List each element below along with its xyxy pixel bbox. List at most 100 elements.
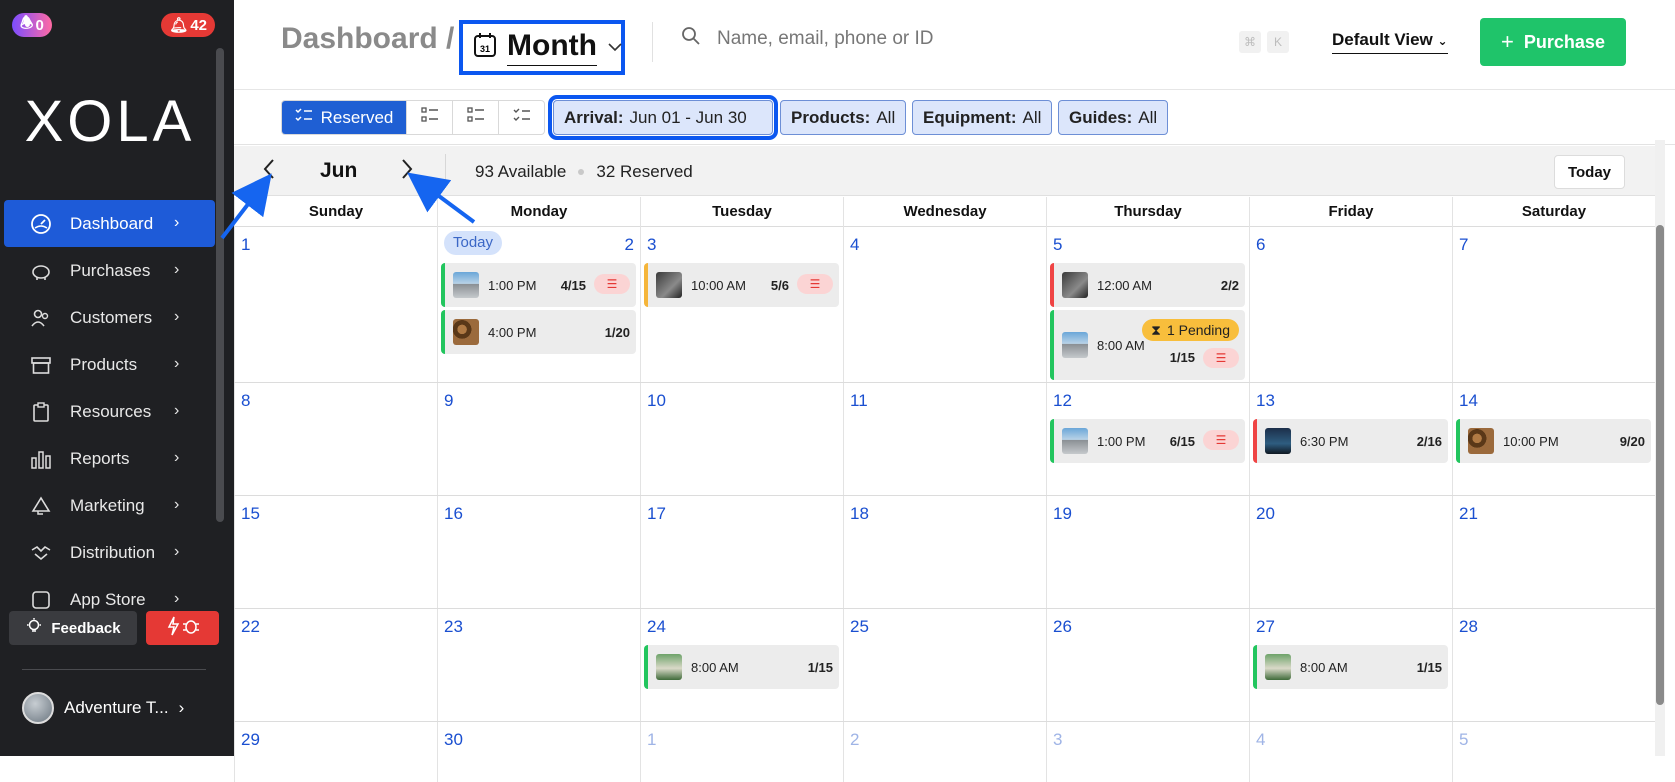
products-filter[interactable]: Products: All [780,100,907,135]
checklist-icon [513,107,531,128]
day-cell[interactable]: 6 [1249,227,1452,382]
day-cell[interactable]: 26 [1046,609,1249,721]
day-cell[interactable]: 25 [843,609,1046,721]
main-scrollbar[interactable] [1655,140,1665,756]
day-cell[interactable]: 18 [843,496,1046,608]
xola-logo[interactable]: XOLA [0,88,220,155]
day-cell[interactable]: 28 [1452,609,1655,721]
arrival-filter[interactable]: Arrival: Jun 01 - Jun 30 [548,95,778,140]
event-card[interactable]: 1:00 PM 6/15 ☰ [1050,419,1245,463]
day-cell[interactable]: 20 [1249,496,1452,608]
filter-bar: Reserved Arrival: Jun 01 - Jun 30 Produc… [234,91,1675,145]
event-card[interactable]: 8:00 AM 1/15 [1253,645,1448,689]
event-card[interactable]: 10:00 PM 9/20 [1456,419,1651,463]
event-time: 1:00 PM [1097,433,1146,449]
sidebar-item-dashboard[interactable]: Dashboard › [4,200,215,247]
breadcrumb[interactable]: Dashboard / [281,22,454,56]
next-month-button[interactable] [400,158,414,186]
gift-badge[interactable]: 🕭 0 [12,13,52,37]
guides-filter[interactable]: Guides: All [1058,100,1169,135]
calendar-week: 15 16 17 18 19 20 21 [234,496,1655,609]
day-cell[interactable]: 27 8:00 AM 1/15 [1249,609,1452,721]
event-capacity: 2/2 [1220,277,1239,293]
avatar [22,692,54,724]
day-cell[interactable]: 23 [437,609,640,721]
list-filter-toggle-1[interactable] [406,101,452,134]
list-filter-toggle-2[interactable] [452,101,498,134]
day-cell[interactable]: 24 8:00 AM 1/15 [640,609,843,721]
event-card[interactable]: 12:00 AM 2/2 [1050,263,1245,307]
event-card[interactable]: 6:30 PM 2/16 [1253,419,1448,463]
sidebar-item-customers[interactable]: Customers › [4,294,215,341]
day-cell[interactable]: 8 [234,383,437,495]
event-card[interactable]: 8:00 AM 1/15 [644,645,839,689]
day-cell[interactable]: 15 [234,496,437,608]
day-cell-next-month[interactable]: 5 [1452,722,1655,782]
event-card[interactable]: 8:00 AM ⧗ 1 Pending 1/15 ☰ [1050,310,1245,380]
search-input[interactable]: Name, email, phone or ID [717,28,934,50]
alert-badge[interactable]: 🔔︎ 42 [161,13,215,37]
feedback-label: Feedback [51,619,121,637]
day-cell[interactable]: 11 [843,383,1046,495]
search-bar[interactable]: Name, email, phone or ID [681,26,934,52]
day-cell-next-month[interactable]: 1 [640,722,843,782]
sidebar-item-purchases[interactable]: Purchases › [4,247,215,294]
day-cell[interactable]: 22 [234,609,437,721]
event-capacity: 9/20 [1619,433,1645,449]
sidebar-item-resources[interactable]: Resources › [4,388,215,435]
equipment-filter[interactable]: Equipment: All [912,100,1053,135]
day-cell-next-month[interactable]: 2 [843,722,1046,782]
report-bug-button[interactable] [146,611,219,645]
day-number: 2 [624,235,634,254]
event-card[interactable]: 10:00 AM 5/6 ☰ [644,263,839,307]
day-cell[interactable]: 14 10:00 PM 9/20 [1452,383,1655,495]
day-cell[interactable]: 12 1:00 PM 6/15 ☰ [1046,383,1249,495]
event-capacity: 1/15 [1416,659,1442,675]
day-cell[interactable]: 5 12:00 AM 2/2 8:00 AM ⧗ 1 Pending 1/15 … [1046,227,1249,382]
day-cell[interactable]: 1 [234,227,437,382]
day-cell[interactable]: 30 [437,722,640,782]
sidebar-item-marketing[interactable]: Marketing › [4,482,215,529]
bolt-bug-icon [165,616,201,641]
day-cell[interactable]: 17 [640,496,843,608]
day-cell[interactable]: 4 [843,227,1046,382]
megaphone-icon [30,495,52,517]
sidebar-divider [22,669,206,670]
day-cell[interactable]: 29 [234,722,437,782]
reserved-toggle[interactable]: Reserved [282,101,406,134]
day-cell[interactable]: 16 [437,496,640,608]
month-grid: 1 Today 2 1:00 PM 4/15 ☰ 4:00 PM 1/20 3 … [234,227,1655,782]
purchase-button[interactable]: + Purchase [1480,18,1626,66]
day-cell[interactable]: 21 [1452,496,1655,608]
event-card[interactable]: 1:00 PM 4/15 ☰ [441,263,636,307]
today-button[interactable]: Today [1554,155,1625,189]
main-scrollbar-thumb[interactable] [1656,225,1664,705]
sidebar-item-reports[interactable]: Reports › [4,435,215,482]
list-filter-toggle-3[interactable] [498,101,544,134]
day-cell-today[interactable]: Today 2 1:00 PM 4/15 ☰ 4:00 PM 1/20 [437,227,640,382]
day-cell-next-month[interactable]: 3 [1046,722,1249,782]
view-selector[interactable]: 31 Month [459,20,625,75]
day-cell[interactable]: 9 [437,383,640,495]
sidebar-item-distribution[interactable]: Distribution › [4,529,215,576]
sidebar-item-products[interactable]: Products › [4,341,215,388]
day-number: 20 [1256,504,1275,523]
account-switcher[interactable]: Adventure T... › [22,692,184,724]
day-cell[interactable]: 19 [1046,496,1249,608]
day-cell[interactable]: 7 [1452,227,1655,382]
product-thumbnail [656,272,682,298]
reservation-icon: ☰ [594,274,630,294]
purchase-label: Purchase [1523,31,1605,52]
feedback-button[interactable]: Feedback [9,611,137,645]
default-view-dropdown[interactable]: Default View ⌄ [1332,30,1448,54]
day-cell[interactable]: 10 [640,383,843,495]
event-capacity: 1/20 [604,324,630,340]
day-cell[interactable]: 13 6:30 PM 2/16 [1249,383,1452,495]
chevron-right-icon: › [174,355,180,372]
event-card[interactable]: 4:00 PM 1/20 [441,310,636,354]
prev-month-button[interactable] [262,158,276,186]
day-cell[interactable]: 3 10:00 AM 5/6 ☰ [640,227,843,382]
day-cell-next-month[interactable]: 4 [1249,722,1452,782]
alert-count: 42 [190,16,207,34]
sidebar-scrollbar[interactable] [216,48,224,522]
